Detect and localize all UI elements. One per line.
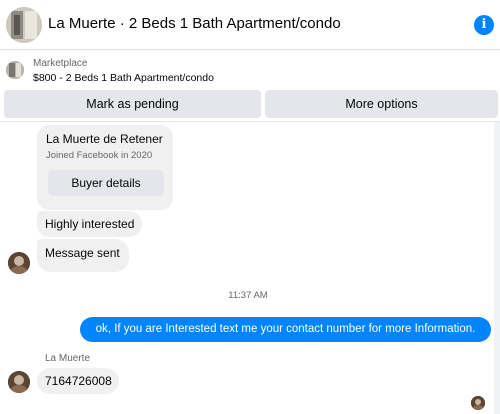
message-timestamp: 11:37 AM: [228, 290, 268, 301]
marketplace-label: Marketplace: [33, 58, 88, 69]
conversation-title[interactable]: La Muerte · 2 Beds 1 Bath Apartment/cond…: [48, 15, 341, 32]
listing-thumbnail: [6, 61, 24, 79]
mark-as-pending-button[interactable]: Mark as pending: [4, 90, 261, 118]
message-bubble-incoming[interactable]: 7164726008: [37, 368, 119, 394]
message-bubble-incoming[interactable]: Highly interested: [37, 211, 142, 237]
read-receipt-avatar: [471, 396, 485, 410]
buyer-joined-date: Joined Facebook in 2020: [46, 150, 153, 161]
more-options-button[interactable]: More options: [265, 90, 498, 118]
buyer-details-button[interactable]: Buyer details: [48, 170, 164, 196]
message-bubble-incoming[interactable]: Message sent: [37, 239, 129, 272]
marketplace-listing[interactable]: Marketplace $800 - 2 Beds 1 Bath Apartme…: [0, 51, 500, 89]
sender-name-label: La Muerte: [45, 353, 91, 364]
thread-scrollbar[interactable]: [494, 122, 500, 414]
sender-avatar[interactable]: [8, 252, 30, 274]
message-bubble-outgoing[interactable]: ok, If you are Interested text me your c…: [80, 317, 491, 342]
sender-avatar[interactable]: [8, 371, 30, 393]
listing-avatar[interactable]: [6, 7, 42, 43]
buyer-card: La Muerte de Retener Joined Facebook in …: [37, 125, 173, 210]
info-icon[interactable]: i: [474, 15, 494, 35]
thread-divider: [0, 121, 500, 122]
listing-actions: Mark as pending More options: [0, 90, 500, 120]
conversation-header: La Muerte · 2 Beds 1 Bath Apartment/cond…: [0, 0, 500, 50]
listing-price-title: $800 - 2 Beds 1 Bath Apartment/condo: [33, 72, 214, 84]
buyer-name: La Muerte de Retener: [46, 132, 163, 146]
